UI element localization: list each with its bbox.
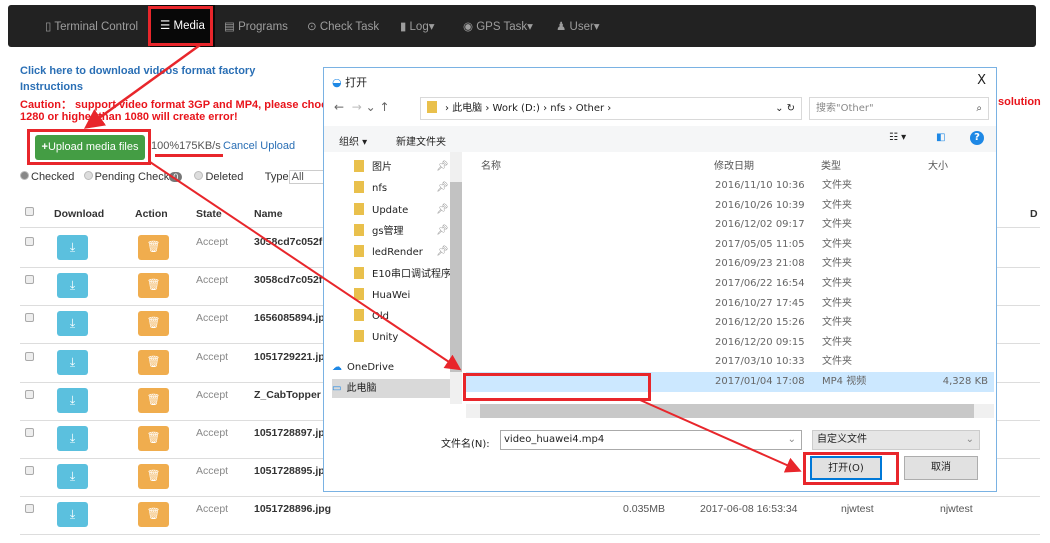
annotation-arrows	[83, 43, 802, 473]
arrow-to-file	[149, 161, 462, 371]
arrow-to-open	[639, 399, 802, 473]
arrow-to-upload	[83, 43, 201, 129]
